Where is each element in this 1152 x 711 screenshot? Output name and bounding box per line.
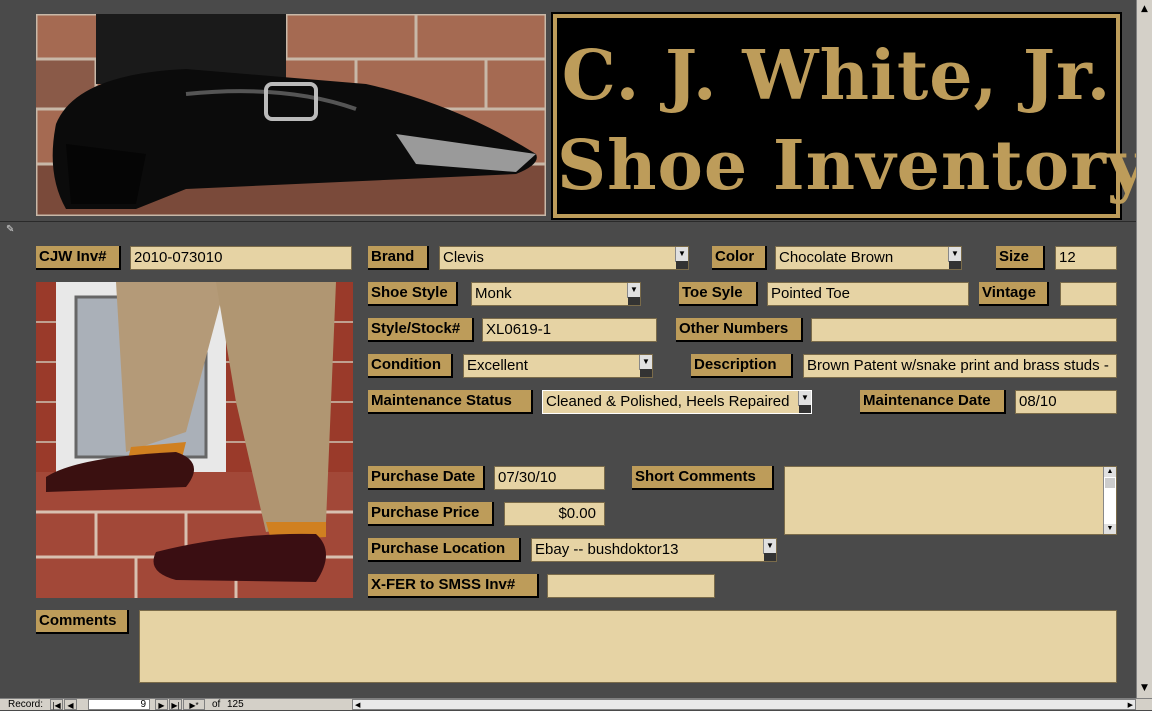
title-line-1: C. J. White, Jr.	[561, 36, 1112, 116]
maintenance-status-value: Cleaned & Polished, Heels Repaired	[546, 393, 790, 410]
xfer-label: X-FER to SMSS Inv#	[368, 574, 539, 598]
color-dropdown-icon[interactable]: ▼	[948, 247, 961, 262]
purchase-date-field[interactable]: 07/30/10	[494, 466, 605, 490]
short-comments-label: Short Comments	[632, 466, 774, 490]
record-selector-icon[interactable]: ✎	[6, 224, 18, 236]
condition-label: Condition	[368, 354, 453, 378]
color-label: Color	[712, 246, 767, 270]
scroll-down-icon[interactable]: ▼	[1104, 524, 1116, 534]
scroll-thumb[interactable]	[1105, 478, 1115, 488]
form-header: C. J. White, Jr. Shoe Inventory	[0, 0, 1148, 222]
shoe-style-value: Monk	[475, 285, 512, 302]
condition-dropdown-icon[interactable]: ▼	[639, 355, 652, 370]
style-stock-label: Style/Stock#	[368, 318, 474, 342]
brand-value: Clevis	[443, 249, 484, 266]
size-label: Size	[996, 246, 1045, 270]
purchase-date-label: Purchase Date	[368, 466, 485, 490]
current-record-input[interactable]: 9	[88, 699, 150, 710]
last-record-icon[interactable]: ▶|	[169, 699, 182, 710]
short-comments-field[interactable]: ▲ ▼	[784, 466, 1117, 535]
form-vertical-scrollbar[interactable]: ▲ ▼	[1136, 0, 1152, 698]
scroll-left-icon[interactable]: ◀	[355, 700, 360, 711]
condition-value: Excellent	[467, 357, 528, 374]
brand-combobox[interactable]: Clevis ▼	[439, 246, 689, 270]
purchase-price-label: Purchase Price	[368, 502, 494, 526]
record-navigation-bar: Record: |◀ ◀ 9 ▶ ▶| ▶* of 125 ◀ ▶	[0, 698, 1152, 710]
purchase-location-dropdown-shadow	[764, 553, 776, 561]
toe-style-field[interactable]: Pointed Toe	[767, 282, 969, 306]
vintage-label: Vintage	[979, 282, 1049, 306]
comments-field[interactable]	[139, 610, 1117, 683]
shoe-header-photo	[36, 14, 546, 216]
maintenance-date-field[interactable]: 08/10	[1015, 390, 1117, 414]
color-combobox[interactable]: Chocolate Brown ▼	[775, 246, 962, 270]
scroll-right-icon[interactable]: ▶	[1128, 700, 1133, 711]
style-stock-field[interactable]: XL0619-1	[482, 318, 657, 342]
color-dropdown-shadow	[949, 261, 961, 269]
shoe-style-dropdown-icon[interactable]: ▼	[627, 283, 640, 298]
comments-label: Comments	[36, 610, 129, 634]
shoe-style-dropdown-shadow	[628, 297, 640, 305]
record-label: Record:	[8, 699, 44, 710]
shoe-style-combobox[interactable]: Monk ▼	[471, 282, 641, 306]
cjw-inv-label: CJW Inv#	[36, 246, 121, 270]
maintenance-status-label: Maintenance Status	[368, 390, 533, 414]
horizontal-scrollbar[interactable]: ◀ ▶	[352, 699, 1136, 710]
toe-style-label: Toe Syle	[679, 282, 758, 306]
first-record-icon[interactable]: |◀	[50, 699, 63, 710]
purchase-price-field[interactable]: $0.00	[504, 502, 605, 526]
next-record-icon[interactable]: ▶	[155, 699, 168, 710]
short-comments-scrollbar[interactable]: ▲ ▼	[1103, 467, 1116, 534]
maintenance-status-dropdown-icon[interactable]: ▼	[798, 391, 811, 406]
maintenance-status-combobox[interactable]: Cleaned & Polished, Heels Repaired ▼	[542, 390, 812, 414]
brand-dropdown-shadow	[676, 261, 688, 269]
brand-dropdown-icon[interactable]: ▼	[675, 247, 688, 262]
purchase-location-value: Ebay -- bushdoktor13	[535, 541, 679, 558]
color-value: Chocolate Brown	[779, 249, 894, 266]
description-field[interactable]: Brown Patent w/snake print and brass stu…	[803, 354, 1117, 378]
purchase-location-combobox[interactable]: Ebay -- bushdoktor13 ▼	[531, 538, 777, 562]
total-records: 125	[227, 699, 244, 710]
condition-dropdown-shadow	[640, 369, 652, 377]
scroll-up-icon[interactable]: ▲	[1104, 467, 1116, 477]
scroll-up-arrow-icon[interactable]: ▲	[1138, 2, 1151, 16]
title-line-2: Shoe Inventory	[557, 126, 1148, 206]
maintenance-date-label: Maintenance Date	[860, 390, 1006, 414]
purchase-location-dropdown-icon[interactable]: ▼	[763, 539, 776, 554]
of-label: of	[212, 699, 221, 710]
previous-record-icon[interactable]: ◀	[64, 699, 77, 710]
title-banner: C. J. White, Jr. Shoe Inventory	[551, 12, 1148, 220]
scroll-down-arrow-icon[interactable]: ▼	[1138, 681, 1151, 695]
condition-combobox[interactable]: Excellent ▼	[463, 354, 653, 378]
maintenance-status-dropdown-shadow	[799, 405, 811, 413]
other-numbers-field[interactable]	[811, 318, 1117, 342]
shoe-side-photo	[36, 282, 353, 598]
current-record-value: 9	[140, 699, 146, 710]
new-record-icon[interactable]: ▶*	[183, 699, 205, 710]
shoe-style-label: Shoe Style	[368, 282, 458, 306]
size-field[interactable]: 12	[1055, 246, 1117, 270]
cjw-inv-field[interactable]: 2010-073010	[130, 246, 352, 270]
purchase-location-label: Purchase Location	[368, 538, 521, 562]
xfer-field[interactable]	[547, 574, 715, 598]
vintage-field[interactable]	[1060, 282, 1117, 306]
brand-label: Brand	[368, 246, 429, 270]
other-numbers-label: Other Numbers	[676, 318, 803, 342]
description-label: Description	[691, 354, 793, 378]
